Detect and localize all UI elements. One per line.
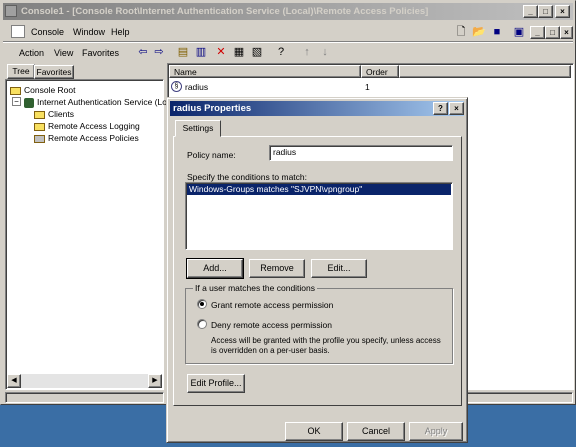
ok-button[interactable]: OK	[285, 422, 343, 441]
action-menu[interactable]: Action	[19, 46, 44, 60]
status-pane-1	[5, 392, 164, 403]
menu-console[interactable]: Console	[31, 25, 64, 39]
dialog-help-button[interactable]: ?	[433, 102, 448, 115]
folder-icon	[34, 110, 45, 119]
tab-favorites[interactable]: Favorites	[34, 65, 74, 79]
properties-dialog: radius Properties ? × Settings Policy na…	[166, 97, 468, 443]
menu-help[interactable]: Help	[111, 25, 130, 39]
forward-icon[interactable]: ⇨	[151, 45, 167, 60]
help-icon[interactable]: ?	[273, 45, 289, 60]
back-icon[interactable]: ⇦	[135, 45, 151, 60]
edit-profile-button[interactable]: Edit Profile...	[187, 374, 245, 393]
collapse-icon[interactable]: −	[12, 97, 21, 106]
save-icon[interactable]: ■	[489, 25, 505, 40]
tree-item-remote-access-logging[interactable]: Remote Access Logging	[34, 120, 140, 132]
delete-icon[interactable]: ✕	[213, 45, 229, 60]
child-close-button[interactable]: ×	[560, 26, 573, 39]
dialog-title: radius Properties	[170, 101, 464, 116]
list-row-name[interactable]: radius	[185, 81, 208, 93]
dialog-close-button[interactable]: ×	[449, 102, 464, 115]
maximize-button[interactable]: □	[538, 5, 553, 18]
deny-label[interactable]: Deny remote access permission	[211, 320, 332, 330]
view-menu[interactable]: View	[54, 46, 73, 60]
column-header-filler	[399, 65, 571, 78]
grant-label[interactable]: Grant remote access permission	[211, 300, 333, 310]
add-button[interactable]: Add...	[186, 258, 244, 279]
folder-icon	[34, 122, 45, 131]
tree-item-console-root[interactable]: Console Root	[10, 84, 76, 96]
ias-icon	[24, 97, 34, 108]
tree-hscrollbar[interactable]: ◀ ▶	[7, 374, 162, 388]
child-minimize-button[interactable]: _	[530, 26, 545, 39]
list-row-order: 1	[365, 82, 370, 92]
scroll-left-icon[interactable]: ◀	[7, 374, 21, 388]
access-note: Access will be granted with the profile …	[211, 336, 441, 355]
policy-name-label: Policy name:	[187, 150, 236, 160]
up-folder-icon[interactable]: ▤	[175, 45, 191, 60]
menu-window[interactable]: Window	[73, 25, 105, 39]
scroll-right-icon[interactable]: ▶	[148, 374, 162, 388]
tree-pane: Console Root − Internet Authentication S…	[5, 79, 167, 390]
deny-radio[interactable]	[197, 319, 207, 329]
policy-row-icon: §	[171, 81, 182, 92]
child-restore-button[interactable]: □	[545, 26, 560, 39]
close-button[interactable]: ×	[555, 5, 570, 18]
column-header-name[interactable]: Name	[169, 65, 361, 78]
new-icon[interactable]: 🗋	[453, 25, 469, 40]
policy-name-input[interactable]: radius	[269, 145, 453, 161]
condition-item[interactable]: Windows-Groups matches "SJVPN\vpngroup"	[187, 184, 451, 195]
tree-item-remote-access-policies[interactable]: Remote Access Policies	[34, 132, 139, 144]
console-menu-icon	[11, 25, 25, 38]
new-window-icon[interactable]: ▣	[511, 25, 527, 40]
open-icon[interactable]: 📂	[471, 25, 487, 40]
show-tree-icon[interactable]: ▥	[193, 45, 209, 60]
tab-settings[interactable]: Settings	[175, 120, 221, 137]
tree-item-ias[interactable]: Internet Authentication Service (Lo	[24, 96, 167, 108]
favorites-menu[interactable]: Favorites	[82, 46, 119, 60]
groupbox-label: If a user matches the conditions	[193, 283, 318, 293]
minimize-button[interactable]: _	[523, 5, 538, 18]
tree-item-clients[interactable]: Clients	[34, 108, 74, 120]
console-icon	[5, 5, 17, 17]
export-list-icon[interactable]: ▧	[249, 45, 265, 60]
conditions-label: Specify the conditions to match:	[187, 172, 308, 182]
apply-button[interactable]: Apply	[409, 422, 463, 441]
column-header-order[interactable]: Order	[361, 65, 399, 78]
tab-tree[interactable]: Tree	[7, 64, 35, 79]
remove-button[interactable]: Remove	[249, 259, 305, 278]
window-title: Console1 - [Console Root\Internet Authen…	[3, 3, 573, 20]
grant-radio[interactable]	[197, 299, 207, 309]
menubar-divider	[3, 41, 573, 43]
cancel-button[interactable]: Cancel	[347, 422, 405, 441]
folder-icon	[10, 86, 21, 95]
conditions-list[interactable]: Windows-Groups matches "SJVPN\vpngroup"	[185, 182, 453, 250]
policy-icon	[34, 134, 45, 143]
move-down-icon[interactable]: ↓	[317, 45, 333, 60]
properties-icon[interactable]: ▦	[231, 45, 247, 60]
move-up-icon[interactable]: ↑	[299, 45, 315, 60]
edit-button[interactable]: Edit...	[311, 259, 367, 278]
